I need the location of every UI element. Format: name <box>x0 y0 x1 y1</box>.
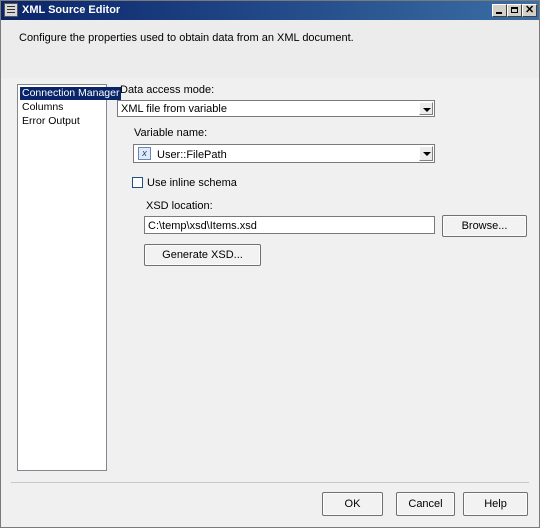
xsd-location-label: XSD location: <box>146 200 213 212</box>
sidebar-item-error-output[interactable]: Error Output <box>20 115 82 128</box>
main-panel: Connection Manager Columns Error Output … <box>1 78 539 527</box>
xml-source-editor-window: XML Source Editor ✕ Configure the proper… <box>0 0 540 528</box>
data-access-mode-label: Data access mode: <box>120 84 215 96</box>
browse-button[interactable]: Browse... <box>442 215 527 237</box>
window-title: XML Source Editor <box>22 4 121 16</box>
chevron-down-icon[interactable] <box>419 146 433 161</box>
use-inline-schema-label: Use inline schema <box>147 177 237 189</box>
sidebar-item-columns[interactable]: Columns <box>20 101 65 114</box>
xsd-location-input[interactable]: C:\temp\xsd\Items.xsd <box>144 216 435 234</box>
variable-name-label: Variable name: <box>134 127 208 139</box>
data-access-mode-dropdown[interactable]: XML file from variable <box>117 100 435 117</box>
maximize-button[interactable] <box>507 4 522 17</box>
ok-button[interactable]: OK <box>322 492 383 516</box>
use-inline-schema-checkbox[interactable] <box>132 177 143 188</box>
sidebar-item-connection-manager[interactable]: Connection Manager <box>20 87 122 100</box>
xsd-location-value: C:\temp\xsd\Items.xsd <box>148 220 257 232</box>
close-button[interactable]: ✕ <box>522 4 537 17</box>
variable-icon: x <box>138 147 151 160</box>
page-list: Connection Manager Columns Error Output <box>17 84 122 471</box>
cancel-button[interactable]: Cancel <box>396 492 455 516</box>
help-button-label: Help <box>484 498 507 510</box>
title-bar[interactable]: XML Source Editor ✕ <box>1 1 539 20</box>
variable-name-dropdown[interactable]: x User::FilePath <box>133 144 435 163</box>
variable-name-value: User::FilePath <box>157 149 227 161</box>
generate-xsd-button-label: Generate XSD... <box>162 249 243 261</box>
minimize-button[interactable] <box>492 4 507 17</box>
chevron-down-icon[interactable] <box>419 102 433 115</box>
page-description: Configure the properties used to obtain … <box>19 32 354 44</box>
dialog-icon <box>4 3 18 17</box>
cancel-button-label: Cancel <box>408 498 443 510</box>
generate-xsd-button[interactable]: Generate XSD... <box>144 244 261 266</box>
help-button[interactable]: Help <box>463 492 528 516</box>
close-icon: ✕ <box>525 4 535 16</box>
data-access-mode-value: XML file from variable <box>121 103 227 115</box>
footer-divider <box>11 482 529 483</box>
header-panel: Configure the properties used to obtain … <box>1 20 539 79</box>
browse-button-label: Browse... <box>461 220 508 232</box>
ok-button-label: OK <box>344 498 361 510</box>
